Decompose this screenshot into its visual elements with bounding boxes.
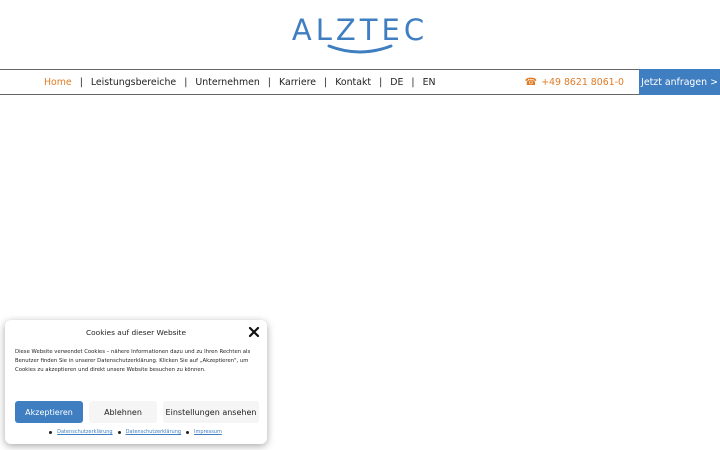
nav-item-kontakt[interactable]: Kontakt (335, 77, 371, 88)
bullet-icon (117, 430, 121, 434)
cookie-title: Cookies auf dieser Website (86, 328, 186, 337)
nav-separator: | (267, 76, 271, 88)
deny-button[interactable]: Ablehnen (89, 401, 157, 423)
request-button[interactable]: Jetzt anfragen > (639, 69, 720, 95)
bullet-icon (49, 430, 53, 434)
main-navigation: Home | Leistungsbereiche | Unternehmen |… (0, 69, 720, 95)
privacy-link[interactable]: Datenschutzerklärung (57, 429, 112, 435)
cookie-text: Diese Website verwendet Cookies – nähere… (15, 349, 251, 373)
nav-item-home[interactable]: Home (44, 77, 72, 88)
nav-separator: | (411, 76, 415, 88)
nav-item-lang-de[interactable]: DE (390, 77, 403, 88)
privacy-link-2[interactable]: Datenschutzerklärung (126, 429, 181, 435)
cookie-banner: Cookies auf dieser Website Diese Website… (5, 320, 267, 444)
logo[interactable]: ALZTEC (0, 0, 720, 69)
logo-smile-icon (327, 44, 393, 54)
bullet-icon (186, 430, 190, 434)
imprint-link[interactable]: Impressum (194, 429, 222, 435)
phone-link[interactable]: ☎ +49 8621 8061-0 (525, 70, 624, 94)
nav-item-karriere[interactable]: Karriere (279, 77, 316, 88)
logo-text: ALZTEC (291, 13, 429, 47)
phone-icon: ☎ (524, 76, 538, 88)
nav-separator: | (79, 76, 83, 88)
accept-button[interactable]: Akzeptieren (15, 401, 83, 423)
nav-separator: | (184, 76, 188, 88)
nav-separator: | (379, 76, 383, 88)
cookie-links: Datenschutzerklärung Datenschutzerklärun… (5, 429, 267, 435)
close-icon[interactable] (248, 326, 260, 338)
preferences-button[interactable]: Einstellungen ansehen (163, 401, 259, 423)
nav-items: Home | Leistungsbereiche | Unternehmen |… (44, 70, 436, 94)
nav-item-unternehmen[interactable]: Unternehmen (195, 77, 259, 88)
nav-item-leistungsbereiche[interactable]: Leistungsbereiche (91, 77, 176, 88)
nav-separator: | (324, 76, 328, 88)
nav-item-lang-en[interactable]: EN (423, 77, 436, 88)
phone-number: +49 8621 8061-0 (541, 76, 624, 88)
